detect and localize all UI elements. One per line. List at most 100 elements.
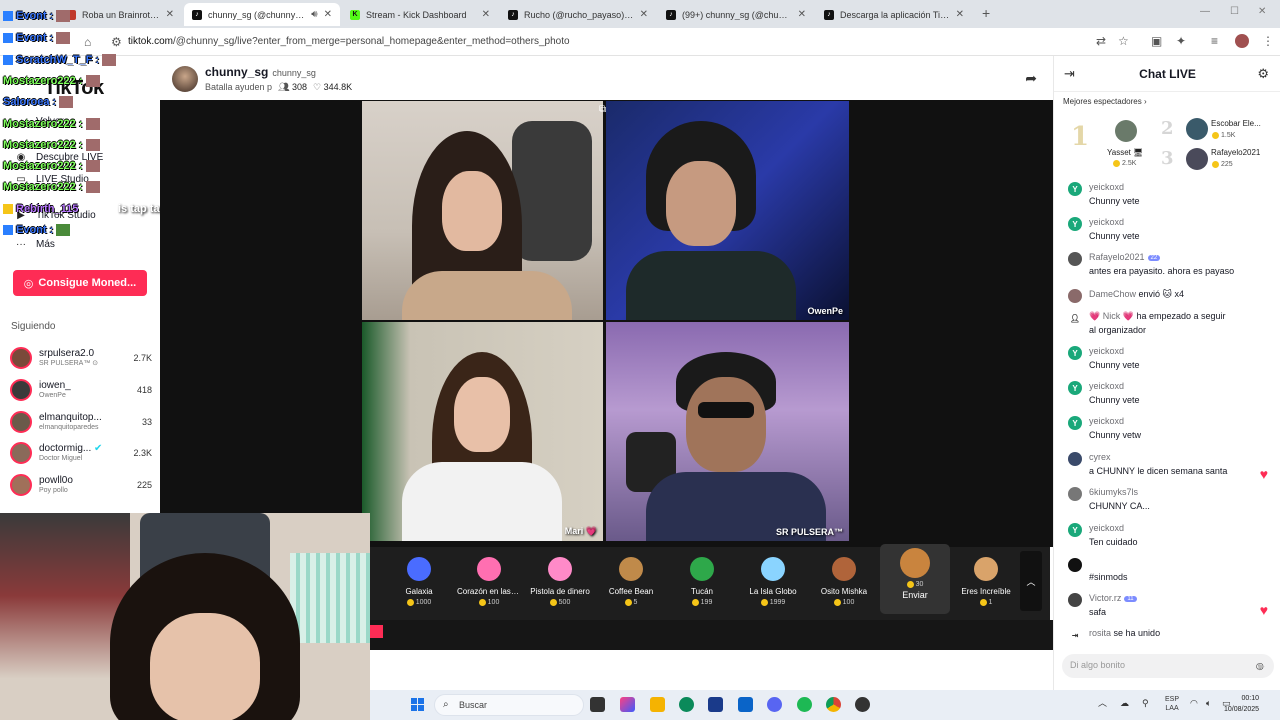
rank-number: 2 (1161, 118, 1174, 139)
store-icon[interactable] (708, 697, 723, 712)
avatar[interactable] (1115, 120, 1137, 142)
gear-icon[interactable]: ⚙ (1257, 66, 1269, 82)
taskbar-search[interactable]: ⌕ Buscar (434, 694, 584, 716)
top-viewers-label[interactable]: Mejores espectadores › (1063, 97, 1147, 106)
obs-icon[interactable] (855, 697, 870, 712)
browser-tab[interactable]: Roba un Brainrot - Ro✕ (58, 3, 182, 26)
send-gift-button[interactable]: Enviar (902, 590, 928, 600)
guest-cam-4[interactable]: SR PULSERA™ (606, 322, 849, 541)
extensions-icon[interactable]: ▣ (1151, 34, 1162, 48)
file-explorer-icon[interactable] (650, 697, 665, 712)
gift-item[interactable]: Coffee Bean 5 (599, 553, 663, 615)
puzzle-icon[interactable]: ✦ (1176, 34, 1186, 48)
layout-icon[interactable]: ⧉ (599, 104, 606, 115)
guest-cam-3[interactable]: Mari 💗 (362, 322, 603, 541)
avatar[interactable] (1068, 289, 1082, 303)
avatar (10, 442, 32, 464)
avatar[interactable] (1186, 148, 1208, 170)
gift-item-selected[interactable]: 30 Enviar (880, 544, 950, 614)
tiktok-favicon-icon: ♪ (192, 9, 202, 20)
chat-input[interactable]: Di algo bonito ☺ (1062, 654, 1274, 678)
edge-icon[interactable] (679, 697, 694, 712)
avatar[interactable]: Y (1068, 381, 1082, 395)
gift-item[interactable]: Osito Mishka 100 (812, 553, 876, 615)
chat-panel: ⇥ Chat LIVE ⚙ Mejores espectadores › 1 Y… (1053, 56, 1280, 690)
send-icon[interactable]: ➤ (1256, 660, 1265, 673)
close-icon[interactable]: ✕ (324, 9, 332, 20)
taskbar-clock[interactable]: 00:10 10/08/2025 (1224, 693, 1259, 715)
avatar[interactable] (1068, 487, 1082, 501)
language-indicator[interactable]: ESP LAA (1165, 695, 1179, 713)
gifts-expand-button[interactable]: ︿ (1020, 551, 1042, 611)
site-info-icon[interactable]: ⚙ (111, 35, 122, 49)
avatar[interactable]: Y (1068, 416, 1082, 430)
wifi-icon[interactable]: ◠ (1190, 699, 1198, 708)
following-item[interactable]: doctormig... ✔ Doctor Miguel 2.3K (10, 437, 152, 469)
gift-item[interactable]: La Isla Globo 1999 (741, 553, 805, 615)
chrome-icon[interactable] (826, 697, 841, 712)
home-icon[interactable]: ⌂ (84, 35, 91, 49)
window-close-button[interactable]: ✕ (1258, 6, 1266, 17)
guest-cam-2[interactable]: OwenPe (606, 101, 849, 320)
minimize-button[interactable]: — (1200, 6, 1210, 17)
following-item[interactable]: srpulsera2.0 SR PULSERA™ ⊙ 2.7K (10, 342, 152, 374)
guest-cam-1[interactable] (362, 101, 603, 320)
close-icon[interactable]: ✕ (956, 9, 964, 20)
avatar[interactable]: Y (1068, 217, 1082, 231)
maximize-button[interactable]: ☐ (1230, 6, 1239, 17)
following-item[interactable]: iowen_ OwenPe 418 (10, 374, 152, 406)
discord-icon[interactable] (767, 697, 782, 712)
badge-icon (3, 11, 13, 22)
windows-start-icon[interactable] (411, 698, 425, 712)
taskbar: ⌕ Buscar ︿ ☁ ⚲ ESP LAA ◠ 🔈︎ ▭ (370, 690, 1280, 720)
host-avatar[interactable] (172, 66, 198, 92)
avatar[interactable]: Y (1068, 523, 1082, 537)
profile-avatar[interactable] (1235, 34, 1249, 48)
emote-icon (85, 75, 100, 88)
avatar[interactable] (1068, 558, 1082, 572)
gift-item[interactable]: Corazón en las m... 100 (457, 553, 521, 615)
spotify-icon[interactable] (797, 697, 812, 712)
avatar[interactable]: Y (1068, 182, 1082, 196)
browser-tab[interactable]: ♪ Rucho (@rucho_payaso) está e✕ (500, 3, 656, 26)
tray-chevron-icon[interactable]: ︿ (1098, 699, 1107, 708)
following-item[interactable]: powll0o Poy pollo 225 (10, 469, 152, 501)
copilot-icon[interactable] (620, 697, 635, 712)
get-coins-button[interactable]: ◎ Consigue Moned... (13, 270, 147, 296)
menu-kebab-icon[interactable]: ⋮ (1262, 34, 1274, 48)
avatar[interactable]: Y (1068, 346, 1082, 360)
following-item[interactable]: elmanquitop... elmanquitoparedes 33 (10, 406, 152, 438)
gift-item[interactable]: Tucán 199 (670, 553, 734, 615)
cloud-icon[interactable]: ☁ (1120, 699, 1129, 708)
translate-icon[interactable]: ⇄ (1096, 34, 1106, 48)
host-name[interactable]: chunny_sg (205, 65, 268, 79)
new-tab-button[interactable]: + (982, 5, 990, 21)
coin-icon (691, 599, 699, 606)
share-icon[interactable]: ➦ (1025, 70, 1037, 87)
url-field[interactable]: tiktok.com/@chunny_sg/live?enter_from_me… (128, 36, 570, 47)
avatar[interactable] (1068, 452, 1082, 466)
nav-item-more[interactable]: ··· Más (14, 239, 55, 250)
heart-icon: ♥ (1259, 602, 1268, 618)
bookmark-star-icon[interactable]: ☆ (1118, 34, 1129, 48)
gift-item[interactable]: Galaxia 1000 (387, 553, 451, 615)
speaker-icon[interactable]: 🔊︎ (311, 9, 317, 20)
close-icon[interactable]: ✕ (166, 9, 174, 20)
close-icon[interactable]: ✕ (482, 9, 490, 20)
browser-tab[interactable]: K Stream - Kick Dashboard ✕ (342, 3, 498, 26)
usb-icon[interactable]: ⚲ (1142, 699, 1149, 708)
volume-icon[interactable]: 🔈︎ (1206, 699, 1211, 708)
avatar[interactable] (1186, 118, 1208, 140)
browser-tab-active[interactable]: ♪ chunny_sg (@chunny_sg) e🔊︎✕ (184, 3, 340, 26)
avatar[interactable] (1068, 252, 1082, 266)
outlook-icon[interactable] (738, 697, 753, 712)
media-icon[interactable]: ≡ (1211, 34, 1218, 48)
gift-item[interactable]: Eres Increíble 1 (954, 553, 1018, 615)
close-icon[interactable]: ✕ (798, 9, 806, 20)
close-icon[interactable]: ✕ (640, 9, 648, 20)
task-view-icon[interactable] (590, 697, 605, 712)
browser-tab[interactable]: ♪ Descarga la aplicación TikTok p✕ (816, 3, 972, 26)
gift-item[interactable]: Pistola de dinero 500 (528, 553, 592, 615)
browser-tab[interactable]: ♪ (99+) chunny_sg (@chunny_sg)✕ (658, 3, 814, 26)
avatar[interactable] (1068, 593, 1082, 607)
